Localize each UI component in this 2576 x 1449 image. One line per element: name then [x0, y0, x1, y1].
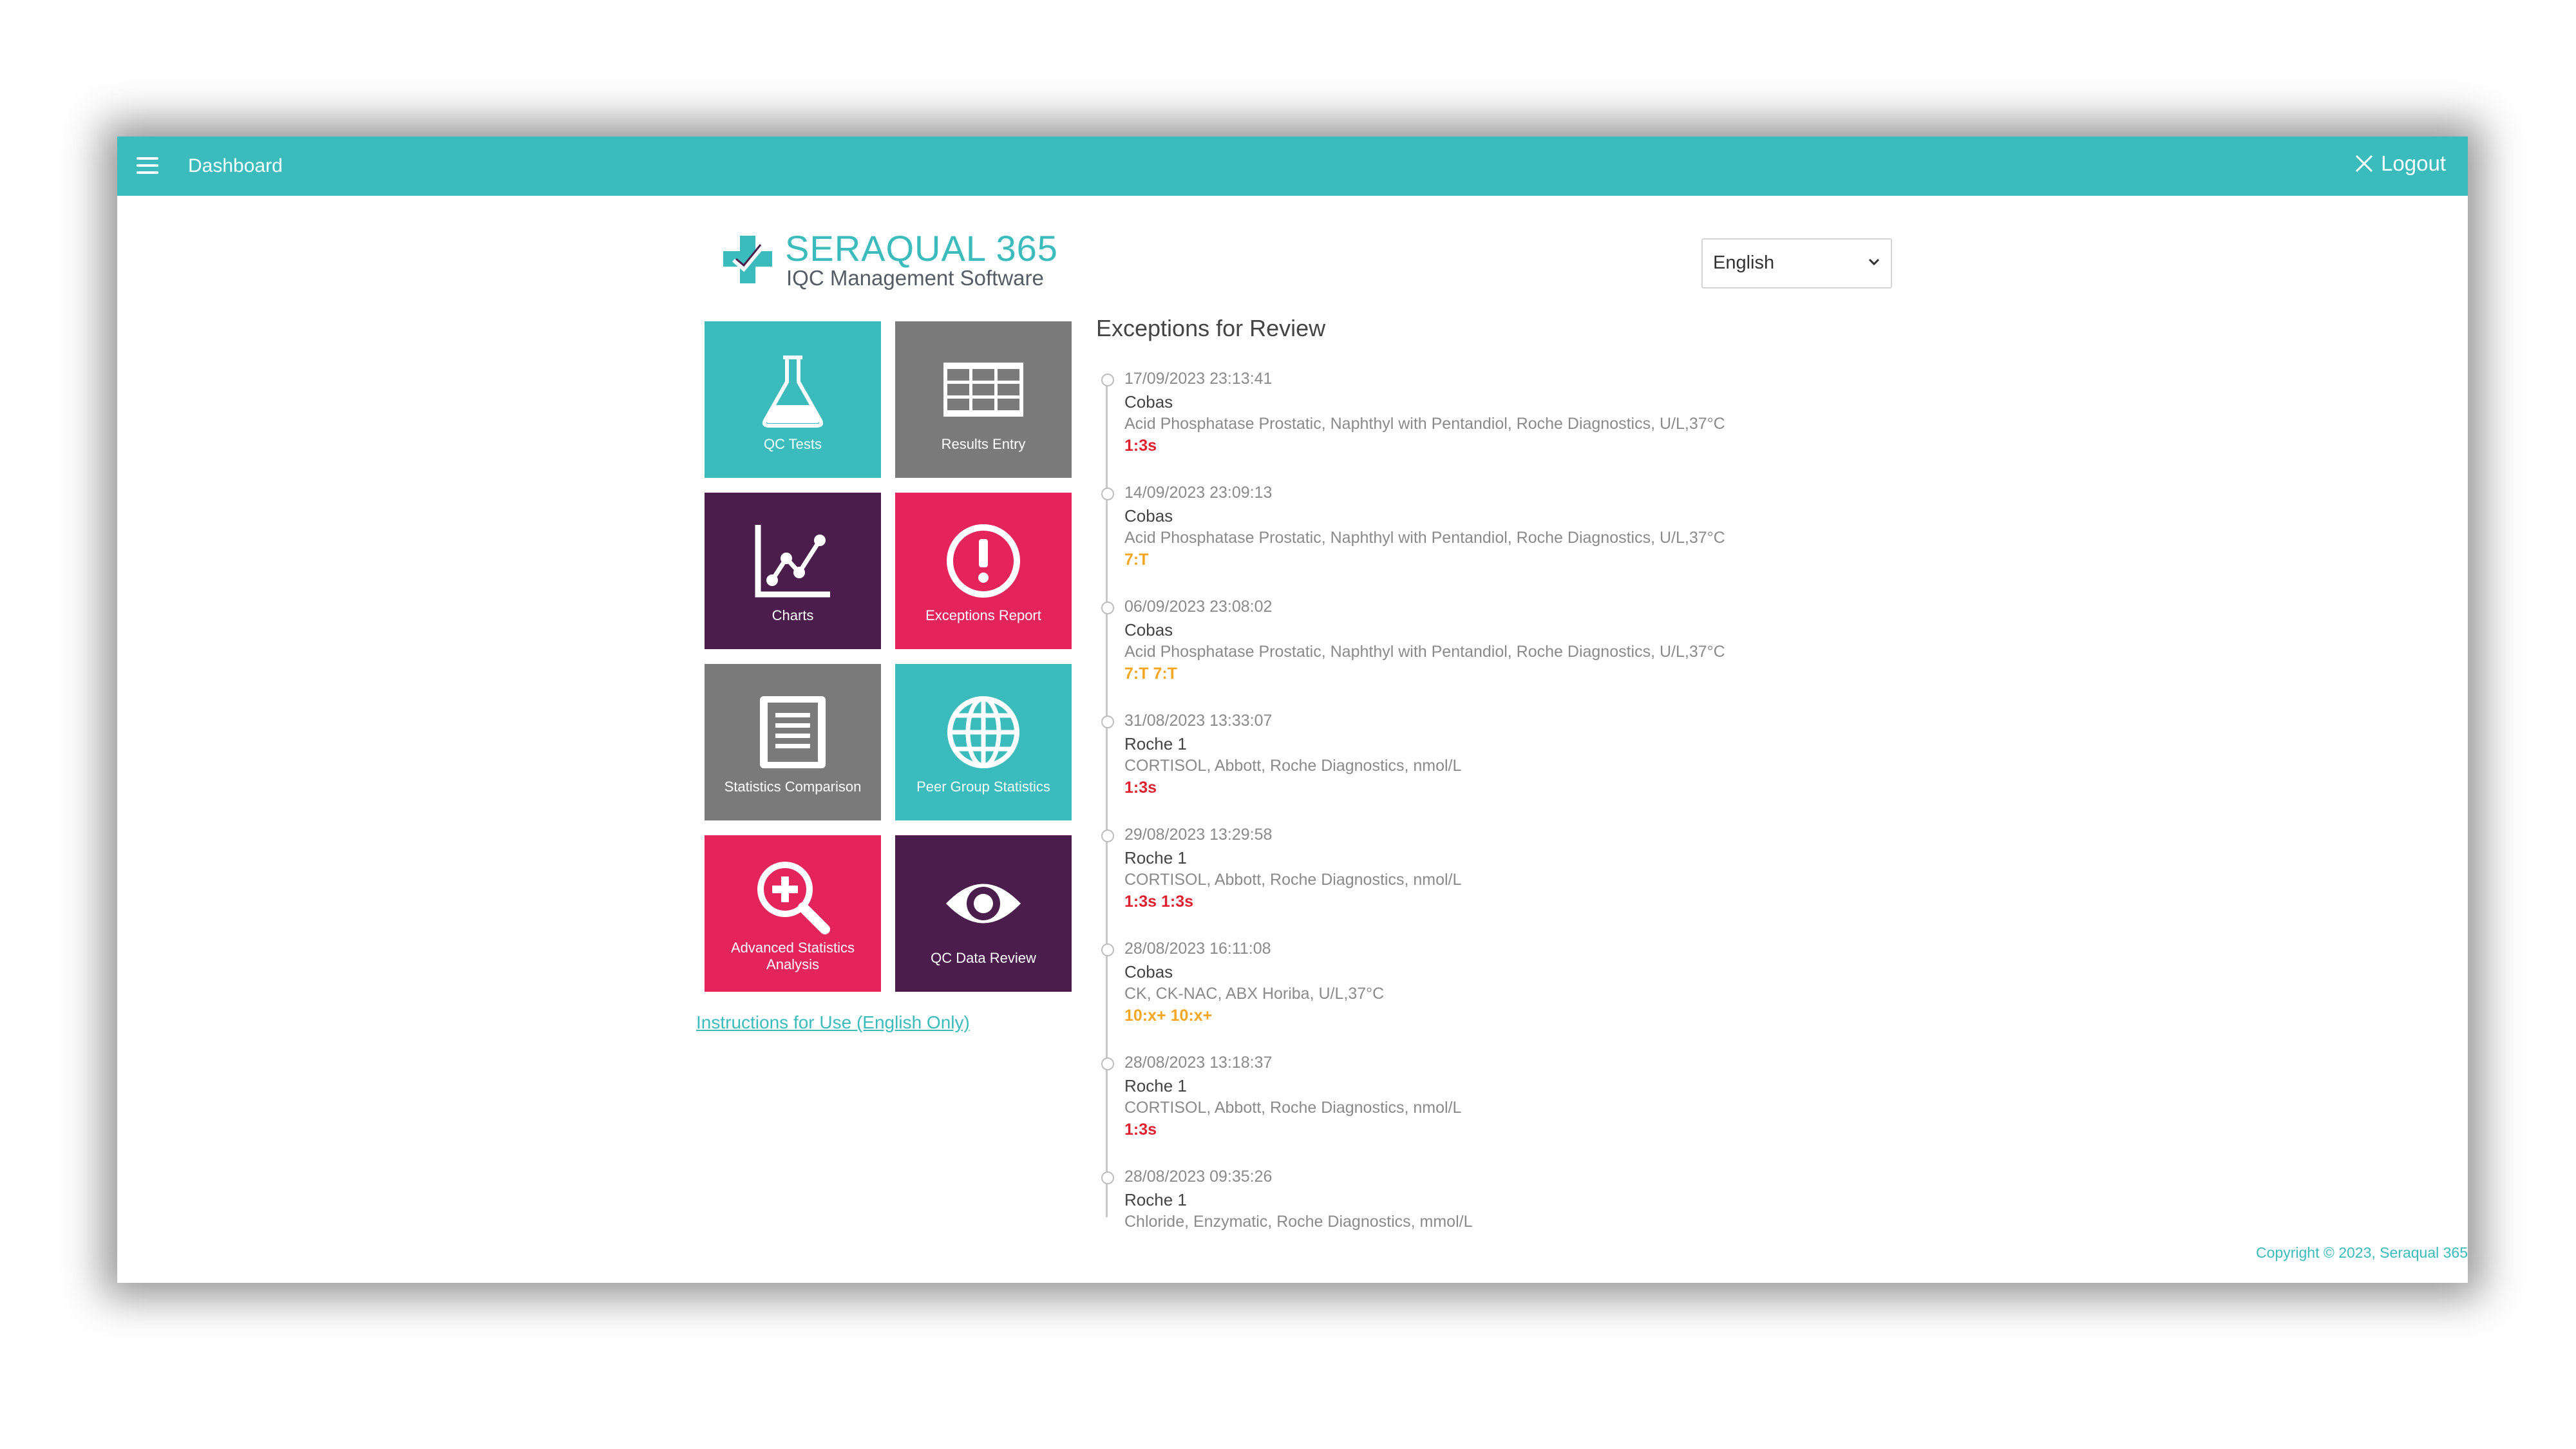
timeline-dot	[1101, 943, 1114, 956]
exception-instrument: Cobas	[1124, 506, 1173, 526]
tile-label: Statistics Comparison	[724, 779, 862, 795]
exception-rule: 1:3s	[1124, 1121, 1157, 1139]
logout-button[interactable]: Logout	[2354, 151, 2446, 176]
page-title: Dashboard	[188, 155, 283, 176]
exception-test: CORTISOL, Abbott, Roche Diagnostics, nmo…	[1124, 757, 1462, 775]
exception-rule: 1:3s	[1124, 437, 1157, 455]
tile-advanced-statistics-analysis[interactable]: Advanced Statistics Analysis	[705, 835, 881, 992]
exception-datetime: 29/08/2023 13:29:58	[1124, 826, 1273, 844]
exception-rule: 7:T 7:T	[1124, 665, 1177, 683]
timeline-dot	[1101, 715, 1114, 728]
exception-instrument: Roche 1	[1124, 1076, 1187, 1095]
exception-datetime: 14/09/2023 23:09:13	[1124, 484, 1273, 502]
exception-datetime: 28/08/2023 09:35:26	[1124, 1168, 1273, 1186]
tile-results-entry[interactable]: Results Entry	[895, 321, 1072, 478]
exception-test: Acid Phosphatase Prostatic, Naphthyl wit…	[1124, 415, 1725, 433]
tile-qc-tests[interactable]: QC Tests	[705, 321, 881, 478]
logo-name: SERAQUAL 365	[785, 228, 1058, 269]
language-select[interactable]: English	[1701, 238, 1892, 289]
exception-instrument: Roche 1	[1124, 1190, 1187, 1209]
tile-exceptions-report[interactable]: Exceptions Report	[895, 493, 1072, 649]
tile-label: QC Tests	[763, 436, 822, 452]
logo: SERAQUAL 365 IQC Management Software	[719, 230, 1058, 289]
tile-qc-data-review[interactable]: QC Data Review	[895, 835, 1072, 992]
exception-datetime: 06/09/2023 23:08:02	[1124, 598, 1273, 616]
tile-charts[interactable]: Charts	[705, 493, 881, 649]
instructions-link[interactable]: Instructions for Use (English Only)	[696, 1012, 970, 1033]
exception-datetime: 17/09/2023 23:13:41	[1124, 370, 1273, 388]
exception-instrument: Cobas	[1124, 620, 1173, 639]
top-bar: Dashboard Logout	[117, 137, 2468, 196]
tile-label: Advanced Statistics Analysis	[731, 940, 855, 972]
eye-icon	[946, 884, 1021, 923]
logo-subtitle: IQC Management Software	[786, 266, 1044, 290]
exception-datetime: 28/08/2023 13:18:37	[1124, 1054, 1273, 1072]
flask-icon	[762, 355, 824, 428]
exception-datetime: 28/08/2023 16:11:08	[1124, 940, 1271, 958]
exclamation-circle-icon	[947, 524, 1020, 598]
exception-instrument: Roche 1	[1124, 848, 1187, 867]
copyright-text: Copyright © 2023, Seraqual 365	[2256, 1244, 2468, 1261]
timeline-line	[1106, 380, 1108, 1217]
timeline-dot	[1101, 1171, 1114, 1184]
magnifier-plus-icon	[757, 862, 830, 934]
line-chart-icon	[755, 525, 830, 598]
globe-icon	[947, 696, 1019, 768]
tile-label: Exceptions Report	[925, 607, 1041, 623]
close-icon	[2356, 155, 2373, 173]
tile-statistics-comparison[interactable]: Statistics Comparison	[705, 664, 881, 820]
exception-rule: 7:T	[1124, 551, 1149, 569]
exception-test: CORTISOL, Abbott, Roche Diagnostics, nmo…	[1124, 1099, 1462, 1117]
chevron-down-icon	[1868, 258, 1880, 266]
exception-test: CK, CK-NAC, ABX Horiba, U/L,37°C	[1124, 985, 1385, 1003]
exception-rule: 1:3s	[1124, 779, 1157, 797]
exception-datetime: 31/08/2023 13:33:07	[1124, 712, 1273, 730]
app-window: Dashboard Logout SERAQUAL 365 IQC Manage…	[117, 137, 2468, 1283]
exception-test: Acid Phosphatase Prostatic, Naphthyl wit…	[1124, 529, 1725, 547]
timeline-dot	[1101, 829, 1114, 842]
cross-check-logo-icon	[723, 236, 772, 283]
exceptions-title: Exceptions for Review	[1096, 315, 1326, 341]
timeline-dot	[1101, 1057, 1114, 1070]
exception-test: Acid Phosphatase Prostatic, Naphthyl wit…	[1124, 643, 1725, 661]
document-icon	[760, 696, 826, 768]
exception-instrument: Cobas	[1124, 962, 1173, 981]
exception-instrument: Roche 1	[1124, 734, 1187, 753]
logout-label: Logout	[2381, 151, 2446, 175]
tile-peer-group-statistics[interactable]: Peer Group Statistics	[895, 664, 1072, 820]
timeline-dot	[1101, 374, 1114, 386]
exception-rule: 10:x+ 10:x+	[1124, 1007, 1213, 1025]
tile-label: QC Data Review	[931, 950, 1036, 966]
timeline-dot	[1101, 488, 1114, 500]
tile-label: Charts	[772, 607, 814, 623]
timeline-dot	[1101, 601, 1114, 614]
exception-test: Chloride, Enzymatic, Roche Diagnostics, …	[1124, 1213, 1473, 1231]
tile-label: Peer Group Statistics	[916, 779, 1050, 795]
exception-instrument: Cobas	[1124, 392, 1173, 412]
exception-rule: 1:3s 1:3s	[1124, 893, 1194, 911]
language-selected-value: English	[1713, 252, 1775, 273]
hamburger-menu-icon[interactable]	[137, 155, 160, 178]
tile-label: Results Entry	[941, 436, 1026, 452]
table-grid-icon	[943, 363, 1023, 417]
exception-test: CORTISOL, Abbott, Roche Diagnostics, nmo…	[1124, 871, 1462, 889]
